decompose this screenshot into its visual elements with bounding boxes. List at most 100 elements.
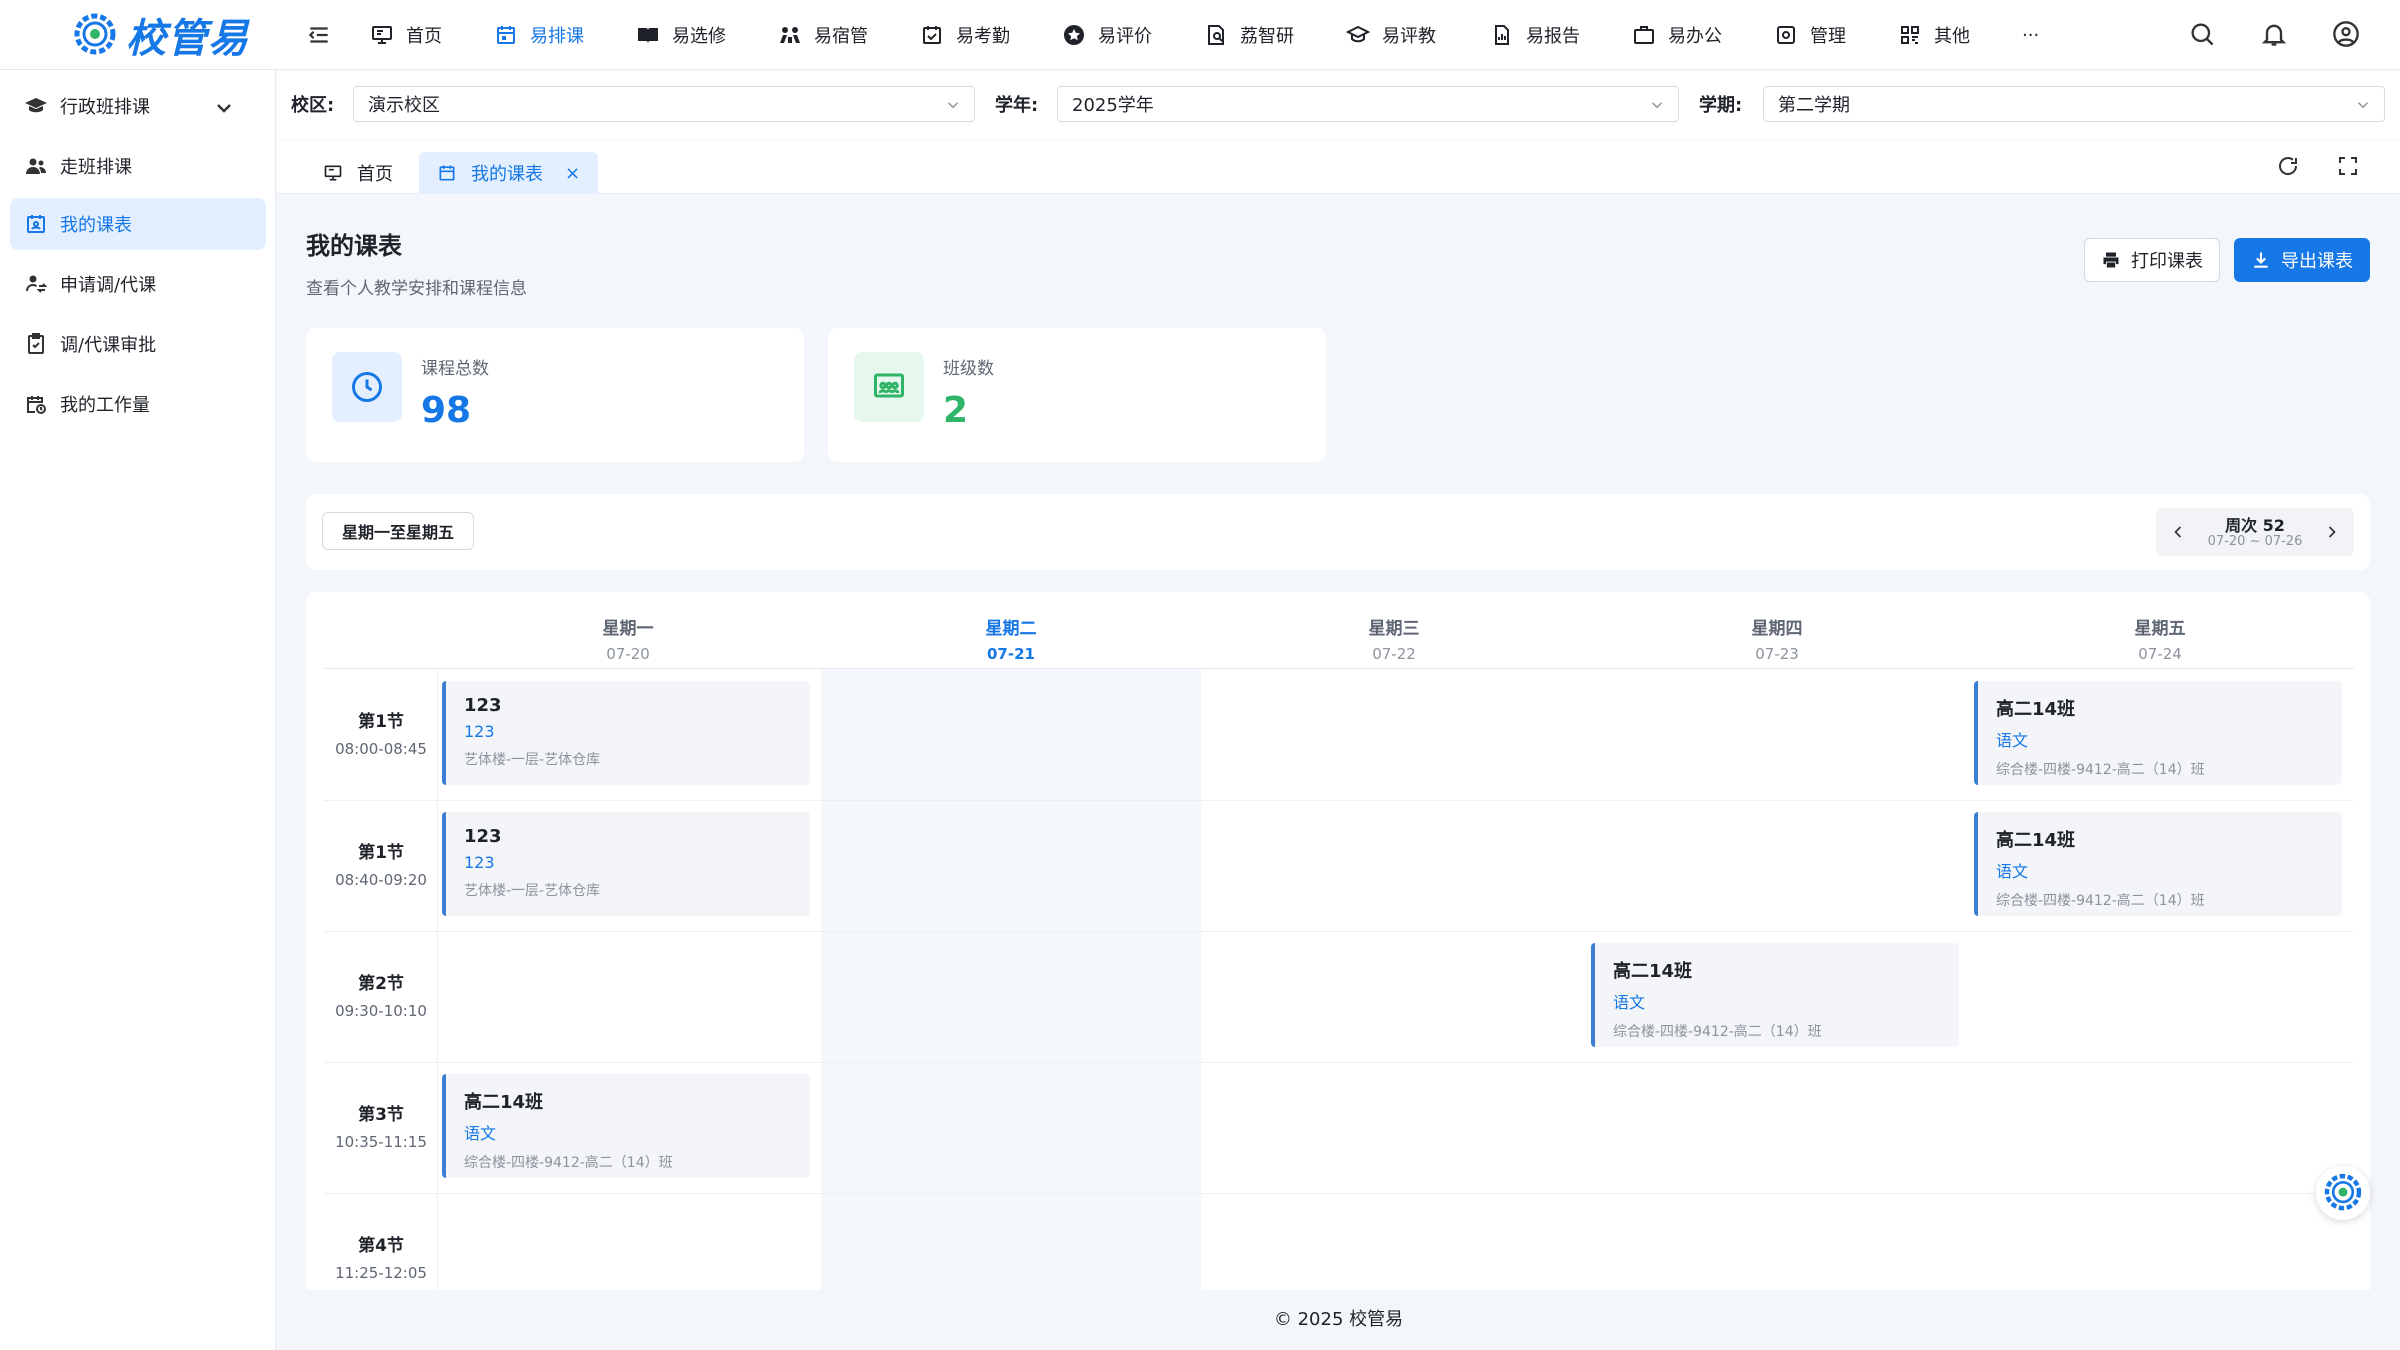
page-subtitle: 查看个人教学安排和课程信息 — [306, 279, 527, 299]
clipboard-check-icon — [28, 333, 44, 354]
book-icon — [638, 28, 658, 43]
period-label: 第1节 08:40-09:20 — [324, 838, 438, 889]
day-header: 星期三 07-22 — [1203, 614, 1585, 663]
lesson-card[interactable]: 123 123 艺体楼-一层-艺体仓库 — [442, 681, 810, 785]
sidebar-item-my-timetable[interactable]: 我的课表 — [10, 198, 266, 250]
day-date: 07-20 — [606, 645, 650, 663]
lesson-subject: 123 — [464, 722, 495, 741]
nav-item-scheduling[interactable]: 易排课 — [494, 0, 636, 70]
nav-item-dorm[interactable]: 易宿管 — [778, 0, 920, 70]
campus-select[interactable]: 演示校区 — [353, 86, 975, 122]
calendar-icon — [439, 165, 455, 181]
day-date: 07-21 — [987, 645, 1035, 663]
period-name: 第3节 — [358, 1105, 404, 1125]
period-time: 11:25-12:05 — [335, 1264, 427, 1282]
sidebar-item-walking-class[interactable]: 走班排课 — [10, 140, 266, 192]
nav-item-admin[interactable]: 管理 — [1774, 0, 1898, 70]
chevron-right-icon[interactable] — [2322, 522, 2342, 542]
term-select[interactable]: 第二学期 — [1763, 86, 2385, 122]
tab-my-timetable[interactable]: 我的课表 × — [419, 152, 599, 194]
lesson-room: 综合楼-四楼-9412-高二（14）班 — [464, 1155, 673, 1171]
day-name: 星期三 — [1368, 619, 1420, 639]
logo[interactable]: 校管易 — [68, 6, 249, 64]
chevron-down-icon — [217, 104, 231, 113]
nav-item-research[interactable]: 荔智研 — [1204, 0, 1346, 70]
assistant-float-button[interactable] — [2316, 1166, 2370, 1220]
user-icon[interactable] — [2332, 20, 2360, 48]
top-actions — [2188, 20, 2360, 48]
period-name: 第1节 — [358, 712, 404, 732]
chevron-down-icon — [1651, 102, 1663, 109]
menu-collapse-icon[interactable] — [306, 22, 332, 48]
nav-item-teaching-eval[interactable]: 易评教 — [1346, 0, 1490, 70]
nav-item-evaluation[interactable]: 易评价 — [1062, 0, 1204, 70]
year-select[interactable]: 2025学年 — [1057, 86, 1679, 122]
timetable: 星期一 07-20 星期二 07-21 星期三 07-22 星期四 07-23 星期五 07-24… — [306, 592, 2370, 1292]
lesson-card[interactable]: 高二14班 语文 综合楼-四楼-9412-高二（14）班 — [1974, 812, 2342, 916]
day-name: 星期二 — [985, 619, 1037, 639]
page-title: 我的课表 — [306, 232, 402, 260]
nav-item-office[interactable]: 易办公 — [1632, 0, 1774, 70]
fullscreen-icon[interactable] — [2336, 154, 2360, 178]
period-name: 第4节 — [358, 1236, 404, 1256]
period-label: 第1节 08:00-08:45 — [324, 707, 438, 758]
nav-item-elective[interactable]: 易选修 — [636, 0, 778, 70]
period-label: 第2节 09:30-10:10 — [324, 969, 438, 1020]
day-name: 星期五 — [2134, 619, 2186, 639]
calendar-clock-icon — [27, 396, 46, 414]
group-icon — [26, 158, 46, 174]
period-label: 第4节 11:25-12:05 — [324, 1231, 438, 1282]
period-label: 第3节 10:35-11:15 — [324, 1100, 438, 1151]
nav-item-more[interactable]: ··· — [2022, 0, 2062, 70]
day-header: 星期一 07-20 — [437, 614, 819, 663]
year-label: 学年: — [995, 95, 1039, 116]
nav-item-attendance[interactable]: 易考勤 — [920, 0, 1062, 70]
sidebar-item-apply-substitute[interactable]: 申请调/代课 — [10, 258, 266, 310]
lesson-title: 高二14班 — [1996, 830, 2076, 851]
day-header: 星期五 07-24 — [1969, 614, 2351, 663]
print-timetable-button[interactable]: 打印课表 — [2084, 238, 2220, 282]
lesson-card[interactable]: 123 123 艺体楼-一层-艺体仓库 — [442, 812, 810, 916]
search-icon[interactable] — [2188, 20, 2216, 48]
term-label: 学期: — [1699, 95, 1743, 116]
lesson-title: 高二14班 — [464, 1092, 544, 1113]
research-icon — [1208, 25, 1224, 45]
top-navbar: 校管易 首页 易排课 易选修 易宿管 易考勤 易评价 荔智研 易评教 易报告 易… — [0, 0, 2400, 70]
stat-value: 2 — [943, 390, 969, 431]
today-column-highlight — [821, 669, 1201, 1292]
calendar-check-icon — [923, 26, 941, 44]
bell-icon[interactable] — [2260, 20, 2288, 48]
close-icon[interactable]: × — [565, 163, 580, 184]
refresh-icon[interactable] — [2276, 154, 2300, 178]
day-date: 07-22 — [1372, 645, 1416, 663]
week-range-button[interactable]: 星期一至星期五 — [322, 512, 474, 550]
tab-home[interactable]: 首页 — [305, 152, 411, 194]
lesson-card[interactable]: 高二14班 语文 综合楼-四楼-9412-高二（14）班 — [1974, 681, 2342, 785]
lesson-room: 综合楼-四楼-9412-高二（14）班 — [1613, 1024, 1822, 1040]
lesson-card[interactable]: 高二14班 语文 综合楼-四楼-9412-高二（14）班 — [1591, 943, 1959, 1047]
nav-item-report[interactable]: 易报告 — [1490, 0, 1632, 70]
clock-icon — [352, 372, 382, 402]
period-time: 09:30-10:10 — [335, 1002, 427, 1020]
footer: © 2025 校管易 — [277, 1290, 2400, 1350]
lesson-room: 艺体楼-一层-艺体仓库 — [464, 883, 601, 899]
sidebar-item-workload[interactable]: 我的工作量 — [10, 378, 266, 430]
nav-item-other[interactable]: 其他 — [1898, 0, 2022, 70]
printer-icon — [2103, 252, 2119, 268]
lesson-room: 综合楼-四楼-9412-高二（14）班 — [1996, 893, 2205, 909]
sidebar-item-admin-class[interactable]: 行政班排课 — [10, 80, 266, 132]
sidebar-item-approval[interactable]: 调/代课审批 — [10, 318, 266, 370]
tabs-tools — [2276, 154, 2360, 178]
lesson-card[interactable]: 高二14班 语文 综合楼-四楼-9412-高二（14）班 — [442, 1074, 810, 1178]
assistant-gear-icon — [2324, 1173, 2362, 1211]
star-icon — [1064, 25, 1084, 45]
lesson-subject: 123 — [464, 853, 495, 872]
lesson-subject: 语文 — [1996, 731, 2029, 750]
grid-icon — [1901, 26, 1919, 44]
export-timetable-button[interactable]: 导出课表 — [2234, 238, 2370, 282]
chevron-down-icon — [947, 102, 959, 109]
stat-card-total-courses: 课程总数 98 — [306, 328, 804, 462]
monitor-icon — [372, 26, 392, 44]
graduation-icon — [1346, 25, 1370, 43]
nav-item-home[interactable]: 首页 — [370, 0, 494, 70]
